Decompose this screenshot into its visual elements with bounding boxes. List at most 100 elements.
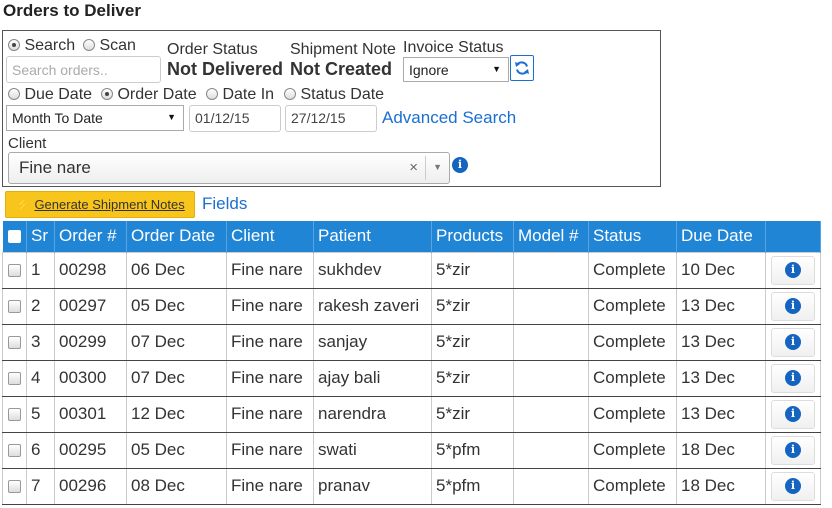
search-radio[interactable]: [8, 39, 20, 51]
row-checkbox[interactable]: [8, 372, 21, 386]
row-order-number[interactable]: 00295: [54, 431, 127, 469]
search-mode-scan-option[interactable]: Scan: [83, 37, 136, 55]
row-info-button[interactable]: i: [771, 435, 815, 465]
search-mode-search-option[interactable]: Search: [8, 37, 75, 55]
col-model-number[interactable]: Model #: [513, 221, 589, 252]
col-patient[interactable]: Patient: [313, 221, 432, 252]
row-actions-cell: i: [765, 467, 821, 505]
invoice-status-select[interactable]: Ignore ▼: [403, 57, 509, 82]
row-actions-cell: i: [765, 287, 821, 325]
table-row[interactable]: 1 00298 06 Dec Fine nare sukhdev 5*zir Complet…: [2, 251, 821, 289]
date-type-order[interactable]: Order Date: [101, 86, 197, 104]
col-sr[interactable]: Sr: [26, 221, 55, 252]
row-actions-cell: i: [765, 323, 821, 361]
fields-link[interactable]: Fields: [202, 194, 247, 214]
refresh-button[interactable]: [510, 55, 534, 81]
col-client[interactable]: Client: [226, 221, 314, 252]
row-info-button[interactable]: i: [771, 471, 815, 501]
orders-table: Sr Order # Order Date Client Patient Pro…: [2, 221, 821, 505]
row-actions-cell: i: [765, 359, 821, 397]
row-info-button[interactable]: i: [771, 255, 815, 285]
row-client[interactable]: Fine nare: [226, 251, 314, 289]
date-range-select[interactable]: Month To Date ▼: [6, 105, 184, 131]
shipment-note-value[interactable]: Not Created: [290, 59, 392, 80]
order-date-radio[interactable]: [101, 88, 113, 100]
row-client[interactable]: Fine nare: [226, 359, 314, 397]
advanced-search-link[interactable]: Advanced Search: [382, 108, 516, 128]
order-status-value[interactable]: Not Delivered: [167, 59, 283, 80]
row-order-date: 07 Dec: [126, 323, 227, 361]
date-type-status[interactable]: Status Date: [284, 86, 384, 104]
row-client[interactable]: Fine nare: [226, 323, 314, 361]
search-input[interactable]: [6, 56, 161, 83]
row-client[interactable]: Fine nare: [226, 395, 314, 433]
row-checkbox[interactable]: [8, 300, 21, 314]
row-checkbox[interactable]: [8, 264, 21, 278]
row-order-date: 08 Dec: [126, 467, 227, 505]
row-products: 5*zir: [431, 287, 514, 325]
info-icon: i: [785, 262, 801, 278]
row-client[interactable]: Fine nare: [226, 287, 314, 325]
row-order-number[interactable]: 00301: [54, 395, 127, 433]
col-status[interactable]: Status: [588, 221, 677, 252]
row-checkbox[interactable]: [8, 336, 21, 350]
date-type-due[interactable]: Due Date: [8, 86, 92, 104]
row-select-cell: [2, 359, 27, 397]
row-order-number[interactable]: 00296: [54, 467, 127, 505]
date-to-input[interactable]: 27/12/15: [285, 105, 377, 132]
info-icon: i: [785, 442, 801, 458]
search-radio-label: Search: [24, 37, 76, 54]
client-label: Client: [8, 135, 47, 152]
col-products[interactable]: Products: [431, 221, 514, 252]
row-info-button[interactable]: i: [771, 399, 815, 429]
row-checkbox[interactable]: [8, 480, 21, 494]
row-checkbox[interactable]: [8, 444, 21, 458]
generate-shipment-notes-button[interactable]: ⚡ Generate Shipment Notes: [5, 191, 195, 218]
table-row[interactable]: 6 00295 05 Dec Fine nare swati 5*pfm Complete 1…: [2, 431, 821, 469]
chevron-down-icon[interactable]: ▼: [433, 162, 442, 172]
row-info-button[interactable]: i: [771, 363, 815, 393]
table-row[interactable]: 2 00297 05 Dec Fine nare rakesh zaveri 5*zir C…: [2, 287, 821, 325]
date-in-radio[interactable]: [206, 88, 218, 100]
row-client[interactable]: Fine nare: [226, 431, 314, 469]
row-due-date: 13 Dec: [676, 287, 766, 325]
row-order-number[interactable]: 00300: [54, 359, 127, 397]
table-row[interactable]: 4 00300 07 Dec Fine nare ajay bali 5*zir Compl…: [2, 359, 821, 397]
row-products: 5*pfm: [431, 467, 514, 505]
row-client[interactable]: Fine nare: [226, 467, 314, 505]
clear-icon[interactable]: ×: [409, 159, 418, 176]
date-in-label: Date In: [222, 86, 275, 103]
row-patient: sanjay: [313, 323, 432, 361]
row-order-date: 07 Dec: [126, 359, 227, 397]
row-checkbox[interactable]: [8, 408, 21, 422]
row-order-number[interactable]: 00297: [54, 287, 127, 325]
row-info-button[interactable]: i: [771, 291, 815, 321]
row-status: Complete: [588, 431, 677, 469]
select-all-header: [2, 221, 27, 252]
col-order-date[interactable]: Order Date: [126, 221, 227, 252]
table-row[interactable]: 7 00296 08 Dec Fine nare pranav 5*pfm Complete…: [2, 467, 821, 505]
row-order-number[interactable]: 00299: [54, 323, 127, 361]
table-row[interactable]: 3 00299 07 Dec Fine nare sanjay 5*zir Complete…: [2, 323, 821, 361]
date-from-input[interactable]: 01/12/15: [189, 105, 281, 132]
client-select[interactable]: Fine nare × ▼: [8, 152, 450, 184]
col-order-number[interactable]: Order #: [54, 221, 127, 252]
info-icon[interactable]: i: [452, 157, 468, 173]
status-date-radio[interactable]: [284, 88, 296, 100]
row-actions-cell: i: [765, 431, 821, 469]
due-date-radio[interactable]: [8, 88, 20, 100]
row-status: Complete: [588, 323, 677, 361]
select-all-checkbox[interactable]: [7, 230, 21, 244]
row-products: 5*zir: [431, 395, 514, 433]
table-row[interactable]: 5 00301 12 Dec Fine nare narendra 5*zir Comple…: [2, 395, 821, 433]
row-actions-cell: i: [765, 395, 821, 433]
date-type-in[interactable]: Date In: [206, 86, 274, 104]
row-status: Complete: [588, 287, 677, 325]
row-order-number[interactable]: 00298: [54, 251, 127, 289]
row-info-button[interactable]: i: [771, 327, 815, 357]
scan-radio[interactable]: [83, 39, 95, 51]
row-due-date: 18 Dec: [676, 431, 766, 469]
row-order-date: 06 Dec: [126, 251, 227, 289]
row-patient: pranav: [313, 467, 432, 505]
col-due-date[interactable]: Due Date: [676, 221, 766, 252]
